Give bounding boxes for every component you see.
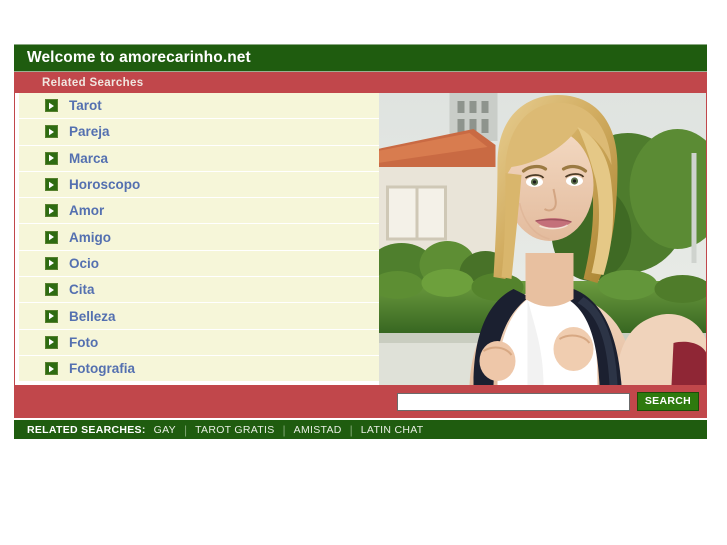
play-arrow-icon bbox=[45, 204, 58, 218]
footer-link[interactable]: LATIN CHAT bbox=[361, 424, 424, 436]
related-search-item-label: Cita bbox=[69, 282, 95, 298]
site-title-bar: Welcome to amorecarinho.net bbox=[14, 44, 707, 71]
search-bar: SEARCH bbox=[14, 385, 707, 418]
play-arrow-icon bbox=[45, 362, 58, 376]
hero-photo bbox=[379, 93, 706, 385]
search-input[interactable] bbox=[396, 392, 630, 411]
play-arrow-icon bbox=[45, 125, 58, 139]
related-searches-list: Tarot Pareja Marca Horoscopo Amor Amigo Ocio Ci… bbox=[19, 93, 379, 383]
related-search-item-label: Amigo bbox=[69, 229, 111, 245]
related-search-item[interactable]: Foto bbox=[19, 329, 379, 356]
page-root: Welcome to amorecarinho.net Related Sear… bbox=[0, 0, 727, 545]
related-search-item-label: Amor bbox=[69, 203, 105, 219]
related-search-item-label: Fotografia bbox=[69, 361, 135, 377]
related-search-item[interactable]: Cita bbox=[19, 277, 379, 304]
play-arrow-icon bbox=[45, 335, 58, 349]
footer-link-separator: | bbox=[183, 422, 188, 437]
footer-bar: RELATED SEARCHES: GAY | TAROT GRATIS | AMIST… bbox=[14, 418, 707, 439]
related-search-item-label: Belleza bbox=[69, 308, 116, 324]
related-search-item[interactable]: Amor bbox=[19, 198, 379, 225]
related-search-item-label: Tarot bbox=[69, 98, 102, 114]
related-search-item[interactable]: Tarot bbox=[19, 93, 379, 120]
related-search-item-label: Marca bbox=[69, 150, 109, 166]
search-button[interactable]: SEARCH bbox=[636, 392, 699, 411]
related-search-item-label: Horoscopo bbox=[69, 177, 141, 193]
play-arrow-icon bbox=[45, 256, 58, 270]
related-search-item-label: Foto bbox=[69, 334, 99, 350]
site-frame: Welcome to amorecarinho.net Related Sear… bbox=[14, 44, 707, 439]
content-area: Tarot Pareja Marca Horoscopo Amor Amigo Ocio Ci… bbox=[14, 93, 707, 385]
related-search-item[interactable]: Marca bbox=[19, 145, 379, 172]
footer-link[interactable]: GAY bbox=[154, 424, 176, 436]
related-search-item-label: Pareja bbox=[69, 124, 110, 140]
related-search-item[interactable]: Horoscopo bbox=[19, 171, 379, 199]
related-searches-header-label: Related Searches bbox=[42, 76, 144, 89]
footer-links: GAY | TAROT GRATIS | AMISTAD | LATIN CHAT bbox=[154, 424, 424, 436]
related-search-item-label: Ocio bbox=[69, 255, 100, 271]
footer-label: RELATED SEARCHES: bbox=[27, 423, 146, 436]
footer-link-separator: | bbox=[282, 422, 286, 437]
related-search-item[interactable]: Pareja bbox=[19, 119, 379, 146]
related-search-item[interactable]: Fotografia bbox=[19, 355, 379, 383]
related-search-item[interactable]: Amigo bbox=[19, 224, 379, 251]
hero-photo-column bbox=[379, 93, 707, 385]
related-search-item[interactable]: Belleza bbox=[19, 303, 379, 330]
footer-link[interactable]: AMISTAD bbox=[294, 424, 342, 436]
play-arrow-icon bbox=[45, 230, 58, 244]
related-searches-header: Related Searches bbox=[14, 71, 707, 93]
page-title: Welcome to amorecarinho.net bbox=[27, 49, 251, 66]
footer-link[interactable]: TAROT GRATIS bbox=[195, 424, 274, 436]
play-arrow-icon bbox=[45, 99, 58, 113]
footer-link-separator: | bbox=[349, 422, 353, 437]
play-arrow-icon bbox=[45, 178, 58, 192]
play-arrow-icon bbox=[45, 283, 58, 297]
play-arrow-icon bbox=[45, 151, 58, 165]
related-search-item[interactable]: Ocio bbox=[19, 250, 379, 278]
play-arrow-icon bbox=[45, 309, 58, 323]
related-searches-list-column: Tarot Pareja Marca Horoscopo Amor Amigo Ocio Ci… bbox=[14, 93, 379, 385]
